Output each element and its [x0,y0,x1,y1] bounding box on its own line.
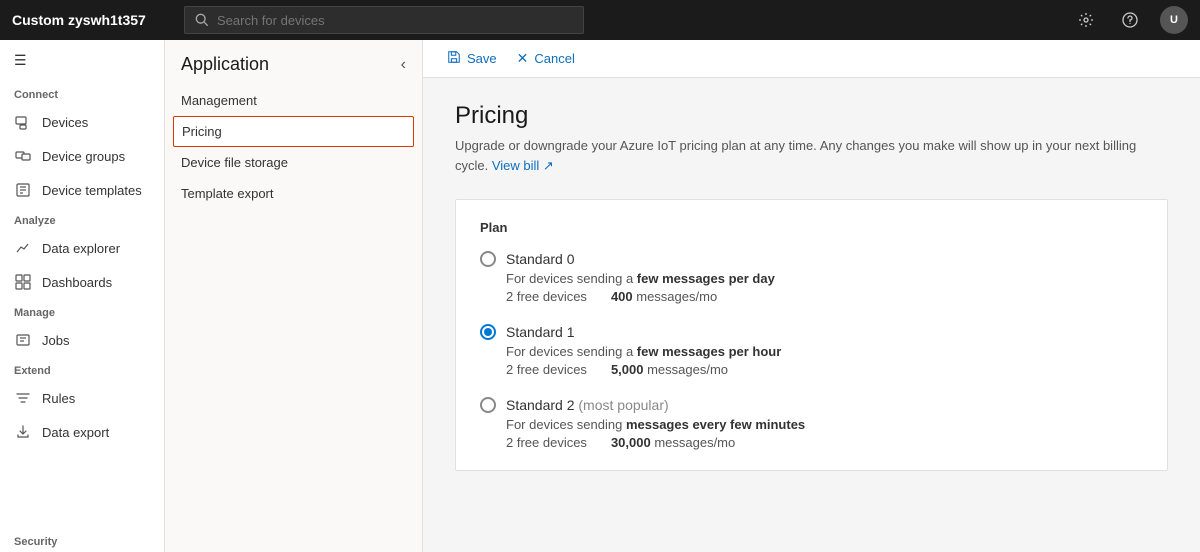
section-connect-label: Connect [0,81,164,105]
section-security-label: Security [0,528,164,552]
save-label: Save [467,51,497,66]
devices-icon [14,113,32,131]
mid-panel-collapse-button[interactable]: ‹ [401,56,406,74]
device-groups-label: Device groups [42,149,150,164]
jobs-label: Jobs [42,333,150,348]
plan-card: Plan Standard 0 For devices sending a fe… [455,199,1168,471]
view-bill-link[interactable]: View bill ↗ [492,158,554,173]
data-export-label: Data export [42,425,150,440]
avatar[interactable]: U [1160,6,1188,34]
help-icon[interactable] [1116,6,1144,34]
mid-nav-device-file-storage[interactable]: Device file storage [165,147,422,178]
plan-1-radio[interactable] [480,324,496,340]
device-templates-icon [14,181,32,199]
sidebar-item-data-export[interactable]: Data export [0,415,164,449]
plan-2-header: Standard 2 (most popular) [480,397,1143,413]
sidebar-item-dashboards[interactable]: Dashboards [0,265,164,299]
section-manage-label: Manage [0,299,164,323]
mid-nav-template-export[interactable]: Template export [165,178,422,209]
page-subtitle: Upgrade or downgrade your Azure IoT pric… [455,136,1168,175]
page-title: Pricing [455,102,1168,130]
plan-0-name: Standard 0 [506,251,575,267]
mid-panel-title: Application [181,54,269,75]
plan-0-header: Standard 0 [480,251,1143,267]
app-title: Custom zyswh1t357 [12,12,172,28]
data-explorer-icon [14,239,32,257]
plan-1-desc: For devices sending a few messages per h… [506,344,1143,359]
rules-label: Rules [42,391,150,406]
main-layout: ☰ Connect Devices Device groups Device t… [0,40,1200,552]
device-templates-label: Device templates [42,183,150,198]
dashboards-icon [14,273,32,291]
topbar-actions: U [1072,6,1188,34]
cancel-label: Cancel [534,51,574,66]
devices-label: Devices [42,115,150,130]
plan-2-desc: For devices sending messages every few m… [506,417,1143,432]
mid-panel-header: Application ‹ [165,40,422,85]
plan-1-header: Standard 1 [480,324,1143,340]
data-export-icon [14,423,32,441]
content-body: Pricing Upgrade or downgrade your Azure … [423,78,1200,552]
sidebar: ☰ Connect Devices Device groups Device t… [0,40,165,552]
mid-nav-pricing[interactable]: Pricing [173,116,414,147]
search-icon [195,13,209,27]
sidebar-item-jobs[interactable]: Jobs [0,323,164,357]
sidebar-item-devices[interactable]: Devices [0,105,164,139]
device-groups-icon [14,147,32,165]
plan-0-details: 2 free devices 400 messages/mo [506,289,1143,304]
plan-1-details: 2 free devices 5,000 messages/mo [506,362,1143,377]
plan-section-label: Plan [480,220,1143,235]
plan-standard-0: Standard 0 For devices sending a few mes… [480,251,1143,304]
search-bar[interactable] [184,6,584,34]
hamburger-button[interactable]: ☰ [0,40,164,81]
settings-icon[interactable] [1072,6,1100,34]
sidebar-item-device-groups[interactable]: Device groups [0,139,164,173]
save-button[interactable]: Save [447,50,497,67]
topbar: Custom zyswh1t357 U [0,0,1200,40]
plan-0-radio[interactable] [480,251,496,267]
save-icon [447,50,461,67]
plan-2-name: Standard 2 (most popular) [506,397,669,413]
plan-standard-1: Standard 1 For devices sending a few mes… [480,324,1143,377]
mid-nav-management[interactable]: Management [165,85,422,116]
data-explorer-label: Data explorer [42,241,150,256]
sidebar-item-device-templates[interactable]: Device templates [0,173,164,207]
sidebar-item-rules[interactable]: Rules [0,381,164,415]
search-input[interactable] [217,13,573,28]
section-analyze-label: Analyze [0,207,164,231]
plan-2-radio[interactable] [480,397,496,413]
cancel-icon: ✕ [517,50,529,67]
plan-1-name: Standard 1 [506,324,575,340]
plan-0-desc: For devices sending a few messages per d… [506,271,1143,286]
main-content: Save ✕ Cancel Pricing Upgrade or downgra… [423,40,1200,552]
plan-standard-2: Standard 2 (most popular) For devices se… [480,397,1143,450]
sidebar-item-data-explorer[interactable]: Data explorer [0,231,164,265]
dashboards-label: Dashboards [42,275,150,290]
rules-icon [14,389,32,407]
plan-2-details: 2 free devices 30,000 messages/mo [506,435,1143,450]
content-toolbar: Save ✕ Cancel [423,40,1200,78]
cancel-button[interactable]: ✕ Cancel [517,50,575,67]
mid-panel: Application ‹ Management Pricing Device … [165,40,423,552]
jobs-icon [14,331,32,349]
section-extend-label: Extend [0,357,164,381]
